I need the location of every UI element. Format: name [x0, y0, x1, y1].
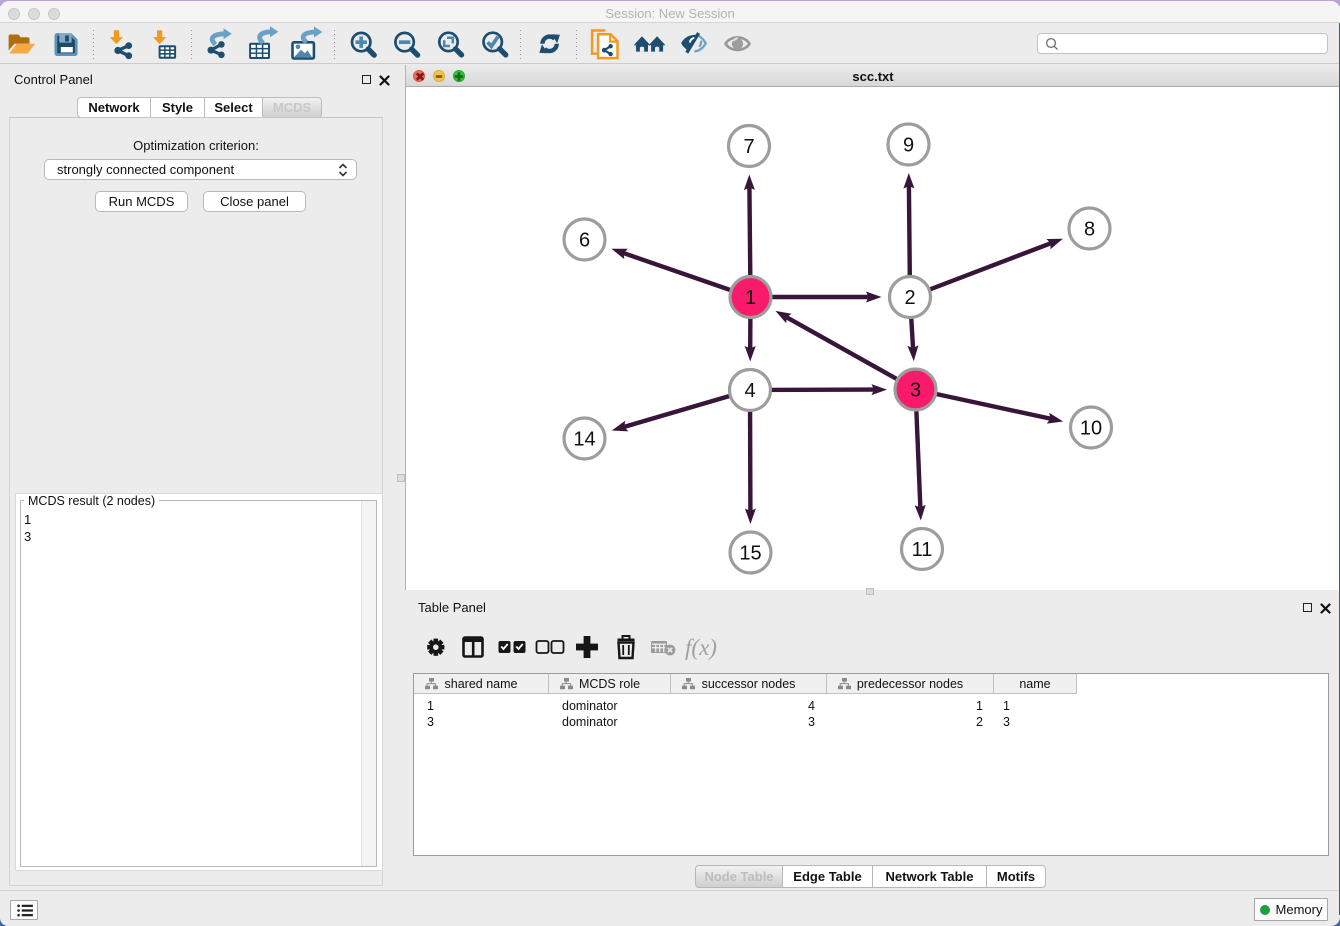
svg-text:f(x): f(x) [685, 635, 717, 660]
